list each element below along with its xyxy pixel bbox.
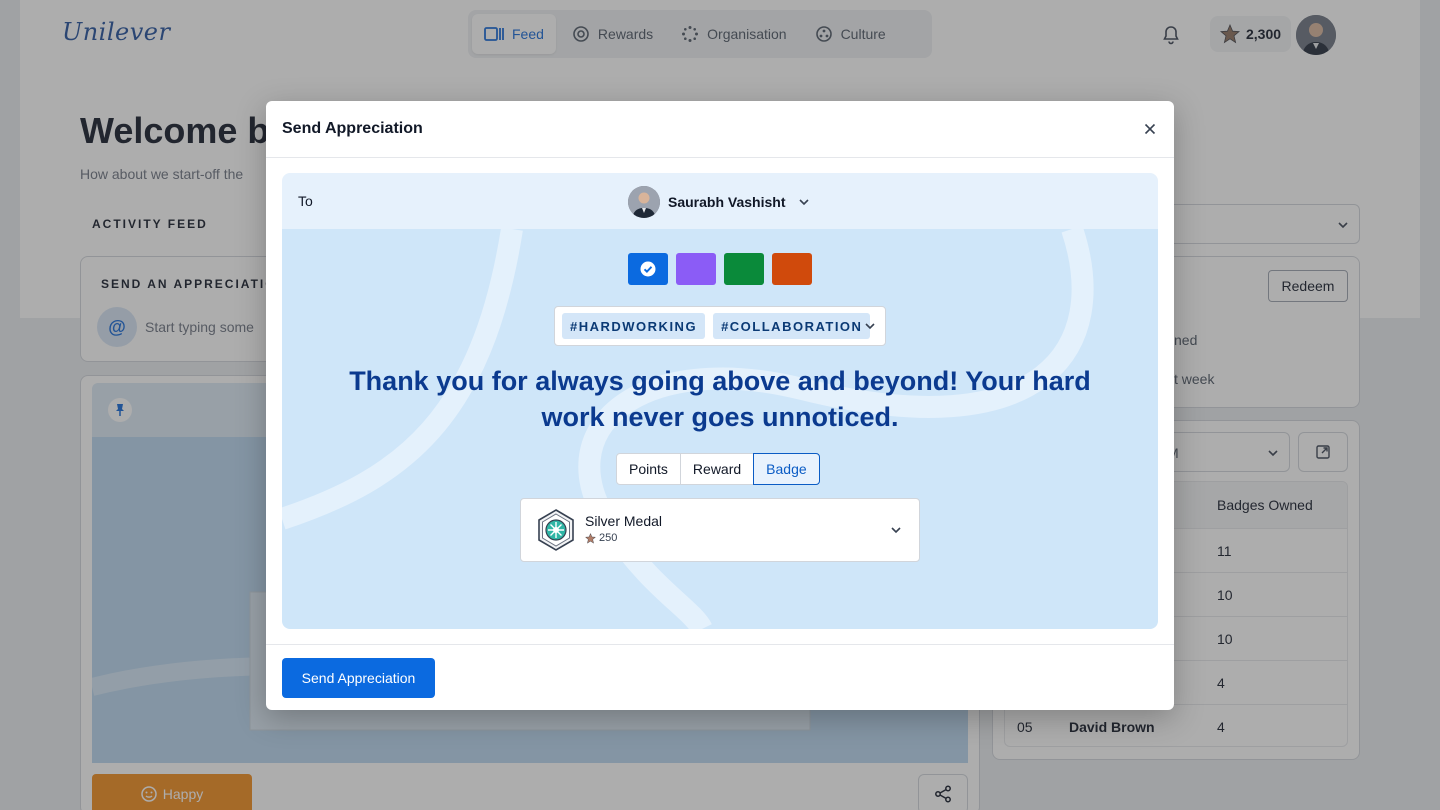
send-appreciation-button[interactable]: Send Appreciation [282,658,435,698]
badge-select[interactable]: Silver Medal 250 [520,498,920,562]
appreciation-message[interactable]: Thank you for always going above and bey… [330,363,1110,435]
swatch-blue[interactable] [628,253,668,285]
recipient-select[interactable]: Saurabh Vashisht [628,186,811,218]
star-icon [585,532,596,544]
recipient-name: Saurabh Vashisht [668,194,786,210]
color-swatches [628,253,812,285]
tab-badge[interactable]: Badge [753,453,820,485]
recipient-avatar [628,186,660,218]
tag-hardworking[interactable]: #HARDWORKING [562,313,706,339]
modal-header: Send Appreciation [266,101,1174,158]
reward-type-tabs: Points Reward Badge [616,453,820,485]
chevron-down-icon [891,527,901,534]
appreciation-card-preview: #HARDWORKING #COLLABORATION Thank you fo… [282,229,1158,629]
modal-title: Send Appreciation [282,120,423,137]
swatch-orange[interactable] [772,253,812,285]
to-label: To [298,193,313,209]
tab-reward[interactable]: Reward [681,454,755,484]
chevron-down-icon [799,199,810,206]
medal-icon [538,509,574,551]
swatch-green[interactable] [724,253,764,285]
send-appreciation-modal: Send Appreciation To Saurabh Vashisht #H… [266,101,1174,710]
chevron-down-icon [865,323,875,330]
modal-footer: Send Appreciation [266,644,1174,710]
close-icon [1144,123,1156,135]
swatch-purple[interactable] [676,253,716,285]
tag-collaboration[interactable]: #COLLABORATION [713,313,871,339]
hashtags-select[interactable]: #HARDWORKING #COLLABORATION [554,306,886,346]
tab-points[interactable]: Points [617,454,681,484]
close-button[interactable] [1140,119,1160,139]
badge-name: Silver Medal [585,513,663,529]
badge-points: 250 [585,532,617,544]
check-icon [640,261,656,277]
badge-points-value: 250 [599,532,618,544]
recipient-row: To Saurabh Vashisht [282,173,1158,229]
